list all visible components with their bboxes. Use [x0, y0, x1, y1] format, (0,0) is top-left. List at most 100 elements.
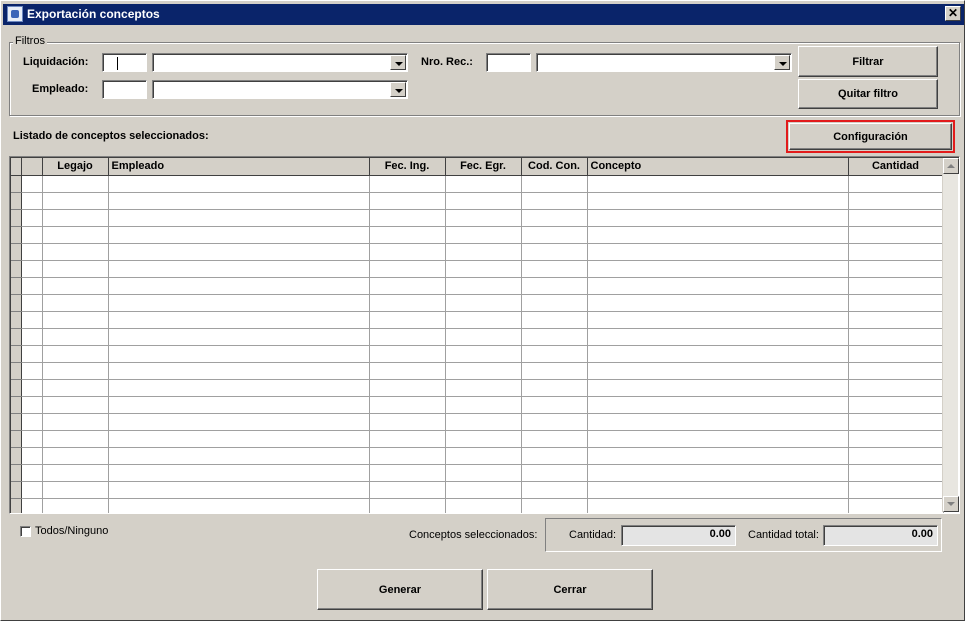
- nro-rec-code-input[interactable]: [486, 53, 531, 72]
- configuracion-button[interactable]: Configuración: [786, 120, 955, 153]
- table-cell[interactable]: [21, 498, 43, 513]
- table-cell[interactable]: [369, 396, 446, 414]
- table-cell[interactable]: [21, 209, 43, 227]
- table-cell[interactable]: [21, 413, 43, 431]
- table-cell[interactable]: [21, 481, 43, 499]
- column-header-legajo[interactable]: Legajo: [42, 158, 109, 176]
- table-cell[interactable]: [108, 396, 370, 414]
- scroll-down-icon[interactable]: [943, 496, 959, 512]
- liquidacion-code-input[interactable]: [102, 53, 147, 72]
- table-cell[interactable]: [42, 260, 109, 278]
- table-cell[interactable]: [21, 294, 43, 312]
- table-cell[interactable]: [445, 226, 522, 244]
- table-cell[interactable]: [848, 396, 944, 414]
- table-cell[interactable]: [445, 277, 522, 295]
- table-cell[interactable]: [848, 328, 944, 346]
- table-cell[interactable]: [42, 328, 109, 346]
- table-cell[interactable]: [521, 413, 588, 431]
- table-cell[interactable]: [521, 294, 588, 312]
- table-cell[interactable]: [521, 209, 588, 227]
- table-cell[interactable]: [587, 209, 849, 227]
- table-cell[interactable]: [369, 413, 446, 431]
- table-cell[interactable]: [848, 226, 944, 244]
- table-cell[interactable]: [21, 192, 43, 210]
- table-cell[interactable]: [445, 175, 522, 193]
- table-cell[interactable]: [521, 328, 588, 346]
- table-cell[interactable]: [108, 260, 370, 278]
- table-cell[interactable]: [848, 345, 944, 363]
- column-header-empleado[interactable]: Empleado: [108, 158, 370, 176]
- table-cell[interactable]: [521, 260, 588, 278]
- table-cell[interactable]: [108, 243, 370, 261]
- table-cell[interactable]: [369, 345, 446, 363]
- table-row[interactable]: [11, 209, 944, 227]
- table-cell[interactable]: [42, 447, 109, 465]
- table-cell[interactable]: [369, 260, 446, 278]
- close-button[interactable]: ✕: [945, 6, 961, 21]
- table-cell[interactable]: [21, 226, 43, 244]
- table-cell[interactable]: [108, 209, 370, 227]
- table-cell[interactable]: [108, 226, 370, 244]
- table-cell[interactable]: [521, 464, 588, 482]
- table-cell[interactable]: [587, 294, 849, 312]
- table-cell[interactable]: [42, 192, 109, 210]
- table-cell[interactable]: [521, 175, 588, 193]
- concepts-grid[interactable]: Legajo Empleado Fec. Ing. Fec. Egr. Cod.…: [9, 156, 960, 514]
- table-cell[interactable]: [108, 294, 370, 312]
- chevron-down-icon[interactable]: [390, 55, 406, 70]
- table-cell[interactable]: [369, 447, 446, 465]
- table-cell[interactable]: [521, 362, 588, 380]
- liquidacion-dropdown[interactable]: [152, 53, 408, 72]
- table-cell[interactable]: [587, 226, 849, 244]
- table-cell[interactable]: [587, 498, 849, 513]
- table-cell[interactable]: [108, 447, 370, 465]
- table-cell[interactable]: [445, 362, 522, 380]
- table-cell[interactable]: [848, 464, 944, 482]
- table-cell[interactable]: [108, 481, 370, 499]
- table-cell[interactable]: [445, 209, 522, 227]
- column-header-fec-ing[interactable]: Fec. Ing.: [369, 158, 446, 176]
- table-cell[interactable]: [848, 413, 944, 431]
- column-header-cod-con[interactable]: Cod. Con.: [521, 158, 588, 176]
- table-cell[interactable]: [369, 226, 446, 244]
- table-row[interactable]: [11, 328, 944, 346]
- table-cell[interactable]: [108, 328, 370, 346]
- table-cell[interactable]: [521, 430, 588, 448]
- table-cell[interactable]: [445, 260, 522, 278]
- table-cell[interactable]: [587, 328, 849, 346]
- table-row[interactable]: [11, 413, 944, 431]
- table-cell[interactable]: [445, 481, 522, 499]
- table-cell[interactable]: [21, 277, 43, 295]
- table-cell[interactable]: [521, 226, 588, 244]
- table-cell[interactable]: [42, 277, 109, 295]
- table-cell[interactable]: [587, 481, 849, 499]
- table-cell[interactable]: [445, 396, 522, 414]
- table-cell[interactable]: [21, 362, 43, 380]
- table-cell[interactable]: [108, 464, 370, 482]
- table-cell[interactable]: [42, 379, 109, 397]
- table-cell[interactable]: [445, 413, 522, 431]
- table-cell[interactable]: [587, 464, 849, 482]
- scroll-up-icon[interactable]: [943, 158, 959, 174]
- table-cell[interactable]: [587, 311, 849, 329]
- table-cell[interactable]: [445, 447, 522, 465]
- quitar-filtro-button[interactable]: Quitar filtro: [798, 79, 938, 109]
- table-cell[interactable]: [445, 192, 522, 210]
- chevron-down-icon[interactable]: [390, 82, 406, 97]
- empleado-dropdown[interactable]: [152, 80, 408, 99]
- table-cell[interactable]: [21, 379, 43, 397]
- cerrar-button[interactable]: Cerrar: [487, 569, 653, 610]
- table-cell[interactable]: [108, 192, 370, 210]
- table-cell[interactable]: [108, 430, 370, 448]
- table-cell[interactable]: [848, 430, 944, 448]
- table-row[interactable]: [11, 396, 944, 414]
- table-cell[interactable]: [848, 260, 944, 278]
- nro-rec-dropdown[interactable]: [536, 53, 792, 72]
- table-cell[interactable]: [587, 447, 849, 465]
- table-cell[interactable]: [369, 362, 446, 380]
- table-cell[interactable]: [521, 447, 588, 465]
- table-cell[interactable]: [42, 311, 109, 329]
- table-cell[interactable]: [521, 243, 588, 261]
- table-row[interactable]: [11, 260, 944, 278]
- table-cell[interactable]: [369, 243, 446, 261]
